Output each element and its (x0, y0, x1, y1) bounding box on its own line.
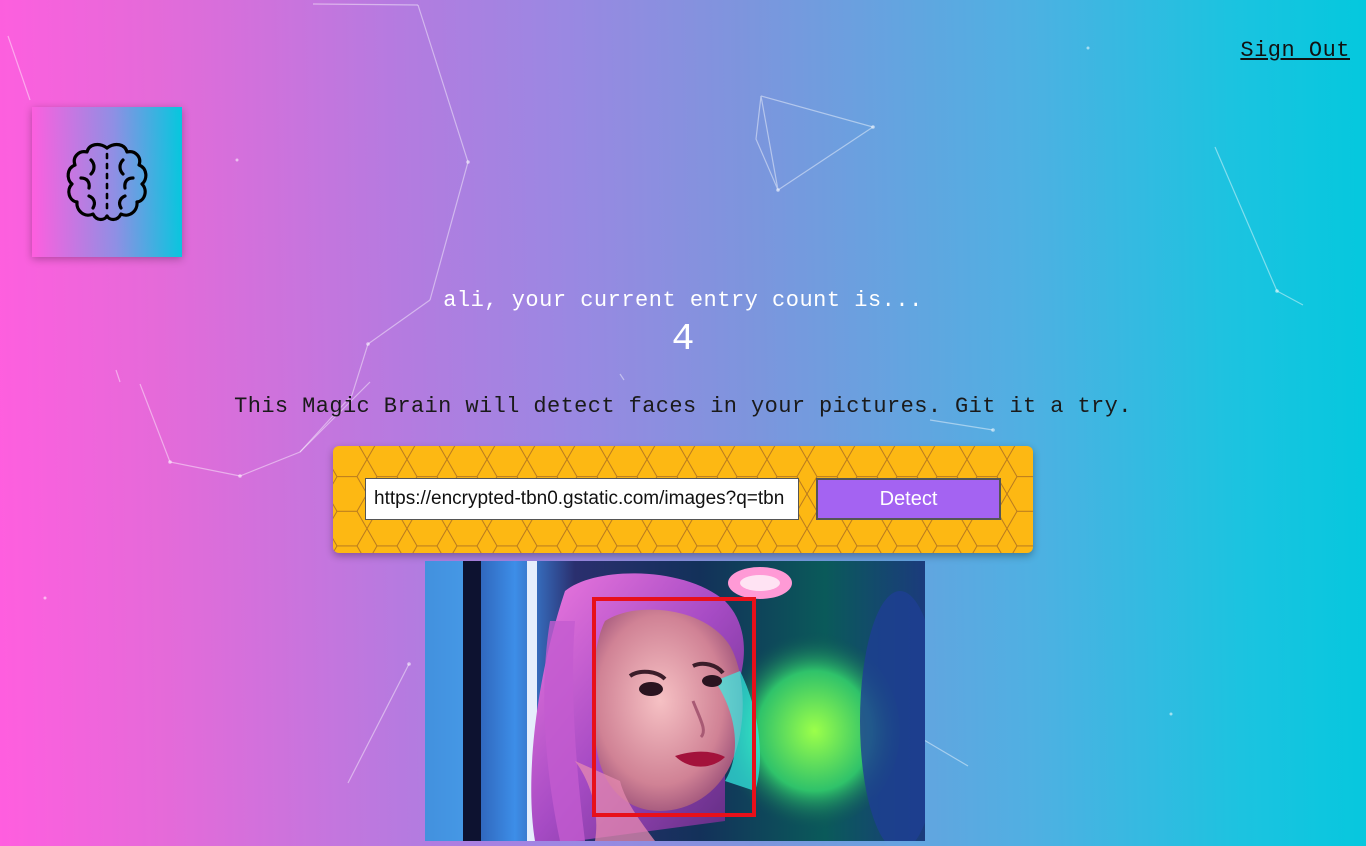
face-bounding-box (592, 597, 756, 817)
image-link-form: Detect (333, 446, 1033, 553)
entry-count-value: 4 (671, 318, 695, 361)
result-image (425, 561, 925, 841)
logo-card[interactable] (32, 107, 182, 257)
top-nav: Sign Out (1240, 38, 1350, 63)
sign-out-link[interactable]: Sign Out (1240, 38, 1350, 63)
detect-button[interactable]: Detect (816, 478, 1001, 520)
image-url-input[interactable] (365, 478, 799, 520)
entry-count-message: ali, your current entry count is... (443, 288, 923, 313)
app-description: This Magic Brain will detect faces in yo… (234, 394, 1132, 419)
brain-icon (66, 142, 148, 222)
